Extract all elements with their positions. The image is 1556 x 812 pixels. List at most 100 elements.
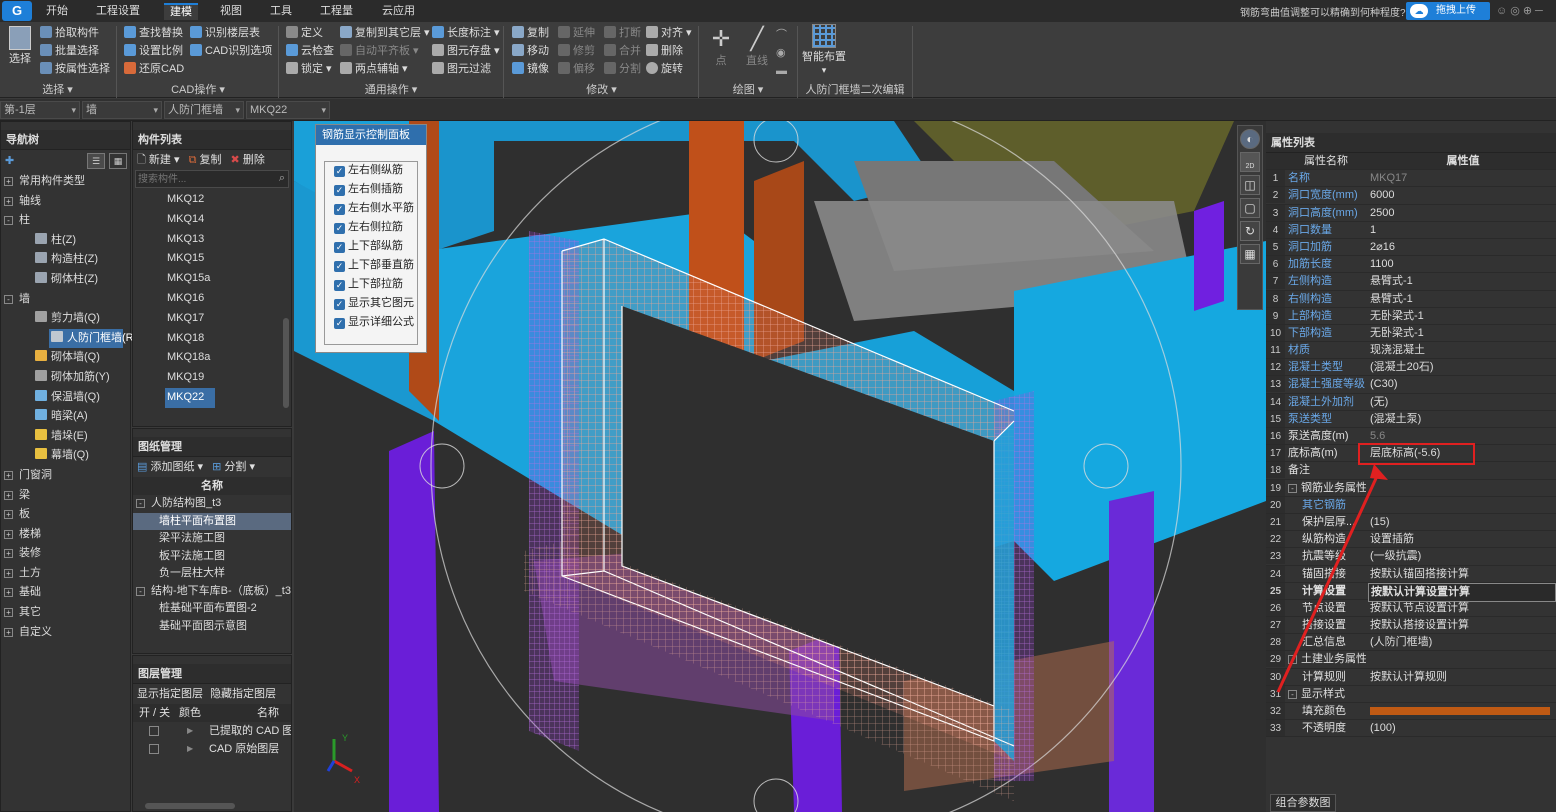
property-value[interactable]: (混凝土20石) xyxy=(1368,359,1556,376)
pin-icon[interactable]: ✚ xyxy=(5,154,14,167)
group-modify[interactable]: 修改 ▾ xyxy=(505,82,698,98)
rotate-button[interactable]: 旋转 xyxy=(646,60,692,78)
property-row[interactable]: 14 混凝土外加剂 (无) xyxy=(1266,393,1556,411)
nav-item[interactable]: + 梁 xyxy=(1,486,130,506)
component-item[interactable]: MKQ22 xyxy=(165,387,215,408)
property-value[interactable]: (C30) xyxy=(1368,376,1556,393)
search-icon[interactable]: ⌕ xyxy=(279,172,285,185)
upload-button[interactable]: ☁ 拖拽上传 xyxy=(1406,2,1490,20)
property-row[interactable]: 11 材质 现浇混凝土 xyxy=(1266,342,1556,360)
mirror-button[interactable]: 镜像 xyxy=(512,60,549,78)
collapse-icon[interactable]: - xyxy=(4,216,13,226)
nav-item[interactable]: 墙垛(E) xyxy=(1,427,130,447)
component-item[interactable]: MKQ15 xyxy=(133,249,291,269)
combo-param-tab[interactable]: 组合参数图 xyxy=(1270,794,1336,812)
select-by-attr-button[interactable]: 按属性选择 xyxy=(40,60,110,78)
checkbox-checked-icon[interactable]: ✓ xyxy=(334,299,345,310)
property-value[interactable]: 2⌀16 xyxy=(1368,239,1556,256)
offset-button[interactable]: 偏移 xyxy=(558,60,595,78)
property-value[interactable]: (混凝土泵) xyxy=(1368,411,1556,428)
collapse-icon[interactable]: - xyxy=(4,294,13,304)
rebar-option[interactable]: ✓ 左右侧水平筋 xyxy=(334,199,426,218)
cloud-check-button[interactable]: 云检查 xyxy=(286,42,334,60)
show-layers-button[interactable]: 显示指定图层 xyxy=(137,688,203,700)
rebar-option[interactable]: ✓ 上下部拉筋 xyxy=(334,275,426,294)
drawing-item[interactable]: - 结构-地下车库B-（底板）_t3 xyxy=(133,583,291,601)
rotate-view-icon[interactable]: ↻ xyxy=(1240,221,1260,241)
break-button[interactable]: 打断 xyxy=(604,24,641,42)
3d-viewport[interactable]: Y X xyxy=(294,121,1266,812)
hide-layers-button[interactable]: 隐藏指定图层 xyxy=(210,688,276,700)
property-value[interactable]: 无卧梁式-1 xyxy=(1368,308,1556,325)
drawing-item[interactable]: 墙柱平面布置图 xyxy=(133,512,291,530)
collapse-icon[interactable]: - xyxy=(136,586,145,596)
property-value[interactable]: (100) xyxy=(1368,720,1556,737)
batch-select-button[interactable]: 批量选择 xyxy=(40,42,110,60)
checkbox-checked-icon[interactable]: ✓ xyxy=(334,223,345,234)
expand-icon[interactable]: + xyxy=(4,196,13,206)
property-row[interactable]: 3 洞口高度(mm) 2500 xyxy=(1266,204,1556,222)
expand-icon[interactable]: + xyxy=(4,529,13,539)
component-item[interactable]: MKQ18a xyxy=(133,348,291,368)
dimension-grid-icon[interactable]: ▦ xyxy=(1240,244,1260,264)
rebar-option[interactable]: ✓ 上下部纵筋 xyxy=(334,237,426,256)
rebar-option[interactable]: ✓ 左右侧插筋 xyxy=(334,180,426,199)
save-element-button[interactable]: 图元存盘 ▾ xyxy=(432,42,500,60)
menu-tab[interactable]: 视图 xyxy=(214,3,248,20)
menu-tab[interactable]: 工程设置 xyxy=(90,3,146,20)
copy-button[interactable]: 复制 xyxy=(512,24,549,42)
cube-icon[interactable]: ▢ xyxy=(1240,198,1260,218)
property-row[interactable]: 12 混凝土类型 (混凝土20石) xyxy=(1266,359,1556,377)
2d-view-button[interactable]: 2D xyxy=(1240,152,1260,172)
drawing-item[interactable]: 负一层柱大样 xyxy=(133,565,291,583)
find-replace-button[interactable]: 查找替换 xyxy=(124,24,184,42)
property-row[interactable]: 32 填充颜色 xyxy=(1266,703,1556,721)
checkbox-checked-icon[interactable]: ✓ xyxy=(334,261,345,272)
component-item[interactable]: MKQ14 xyxy=(133,210,291,230)
model-view[interactable]: Y X xyxy=(294,121,1266,812)
expand-icon[interactable]: + xyxy=(4,568,13,578)
rebar-option[interactable]: ✓ 显示其它图元 xyxy=(334,294,426,313)
column-purple[interactable] xyxy=(1194,201,1224,311)
nav-item[interactable]: + 楼梯 xyxy=(1,525,130,545)
menu-tab[interactable]: 开始 xyxy=(40,3,74,20)
property-row[interactable]: 7 左侧构造 悬臂式-1 xyxy=(1266,273,1556,291)
nav-item[interactable]: 砌体加筋(Y) xyxy=(1,368,130,388)
help-search-text[interactable]: 钢筋弯曲值调整可以精确到何种程度? xyxy=(1240,4,1406,19)
nav-item[interactable]: + 自定义 xyxy=(1,623,130,643)
rebar-option[interactable]: ✓ 左右侧纵筋 xyxy=(334,161,426,180)
group-general[interactable]: 通用操作 ▾ xyxy=(280,82,502,98)
nav-item[interactable]: 暗梁(A) xyxy=(1,407,130,427)
group-draw[interactable]: 绘图 ▾ xyxy=(700,82,796,98)
component-scrollbar[interactable] xyxy=(283,318,289,408)
layer-row[interactable]: ▶ 已提取的 CAD 图层 xyxy=(133,722,291,740)
navigation-ball-icon[interactable]: ◐ xyxy=(1240,129,1260,149)
nav-item[interactable]: + 板 xyxy=(1,505,130,525)
list-view-icon[interactable]: ☰ xyxy=(87,153,105,169)
component-search[interactable]: ⌕ xyxy=(135,170,289,188)
type-dropdown[interactable]: 人防门框墙 xyxy=(164,101,244,119)
layer-scrollbar[interactable] xyxy=(145,803,235,809)
nav-item[interactable]: 砌体柱(Z) xyxy=(1,270,130,290)
set-scale-button[interactable]: 设置比例 xyxy=(124,42,184,60)
new-component-button[interactable]: 🗋 新建 ▾ xyxy=(137,154,180,166)
property-value[interactable]: 1 xyxy=(1368,222,1556,239)
property-row[interactable]: 15 泵送类型 (混凝土泵) xyxy=(1266,410,1556,428)
property-value[interactable]: 现浇混凝土 xyxy=(1368,342,1556,359)
checkbox-checked-icon[interactable]: ✓ xyxy=(334,242,345,253)
move-button[interactable]: 移动 xyxy=(512,42,549,60)
category-dropdown[interactable]: 墙 xyxy=(82,101,162,119)
nav-item[interactable]: 幕墙(Q) xyxy=(1,446,130,466)
lock-button[interactable]: 锁定 ▾ xyxy=(286,60,334,78)
property-row[interactable]: 10 下部构造 无卧梁式-1 xyxy=(1266,324,1556,343)
menu-tab[interactable]: 工具 xyxy=(264,3,298,20)
restore-cad-button[interactable]: 还原CAD xyxy=(124,60,184,78)
drawing-item[interactable]: 板平法施工图 xyxy=(133,548,291,566)
nav-item[interactable]: 砌体墙(Q) xyxy=(1,348,130,368)
group-cad[interactable]: CAD操作 ▾ xyxy=(118,82,278,98)
checkbox-checked-icon[interactable]: ✓ xyxy=(334,166,345,177)
auto-align-slab-button[interactable]: 自动平齐板 ▾ xyxy=(340,42,430,60)
property-row[interactable]: 8 右侧构造 悬臂式-1 xyxy=(1266,290,1556,308)
property-row[interactable]: 33 不透明度 (100) xyxy=(1266,720,1556,738)
property-value[interactable]: MKQ17 xyxy=(1368,170,1556,187)
